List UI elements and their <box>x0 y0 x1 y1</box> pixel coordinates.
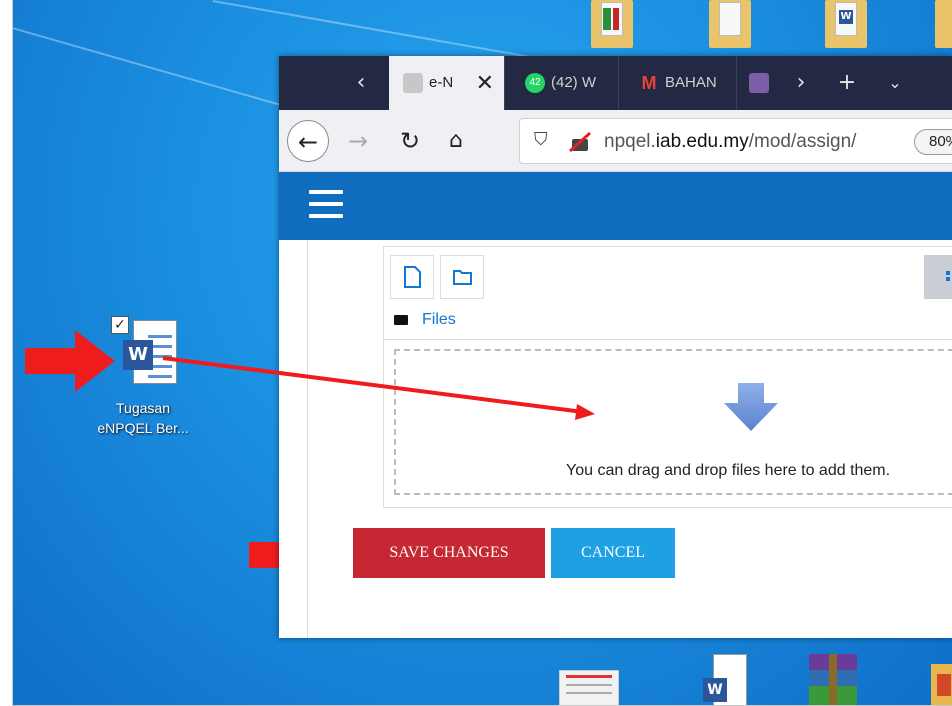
drag-arrow-icon <box>162 356 595 420</box>
winrar-icon[interactable] <box>809 654 857 705</box>
screenshot-frame: W ✓ W Tugasan eNPQEL Ber... ‹ e-N ✕ 42 (… <box>12 0 952 706</box>
document-thumbnail-icon[interactable] <box>559 670 619 705</box>
powerpoint-folder-icon[interactable] <box>931 664 952 705</box>
desktop: W ✓ W Tugasan eNPQEL Ber... ‹ e-N ✕ 42 (… <box>13 0 952 705</box>
word-document-icon[interactable]: W <box>703 654 747 705</box>
